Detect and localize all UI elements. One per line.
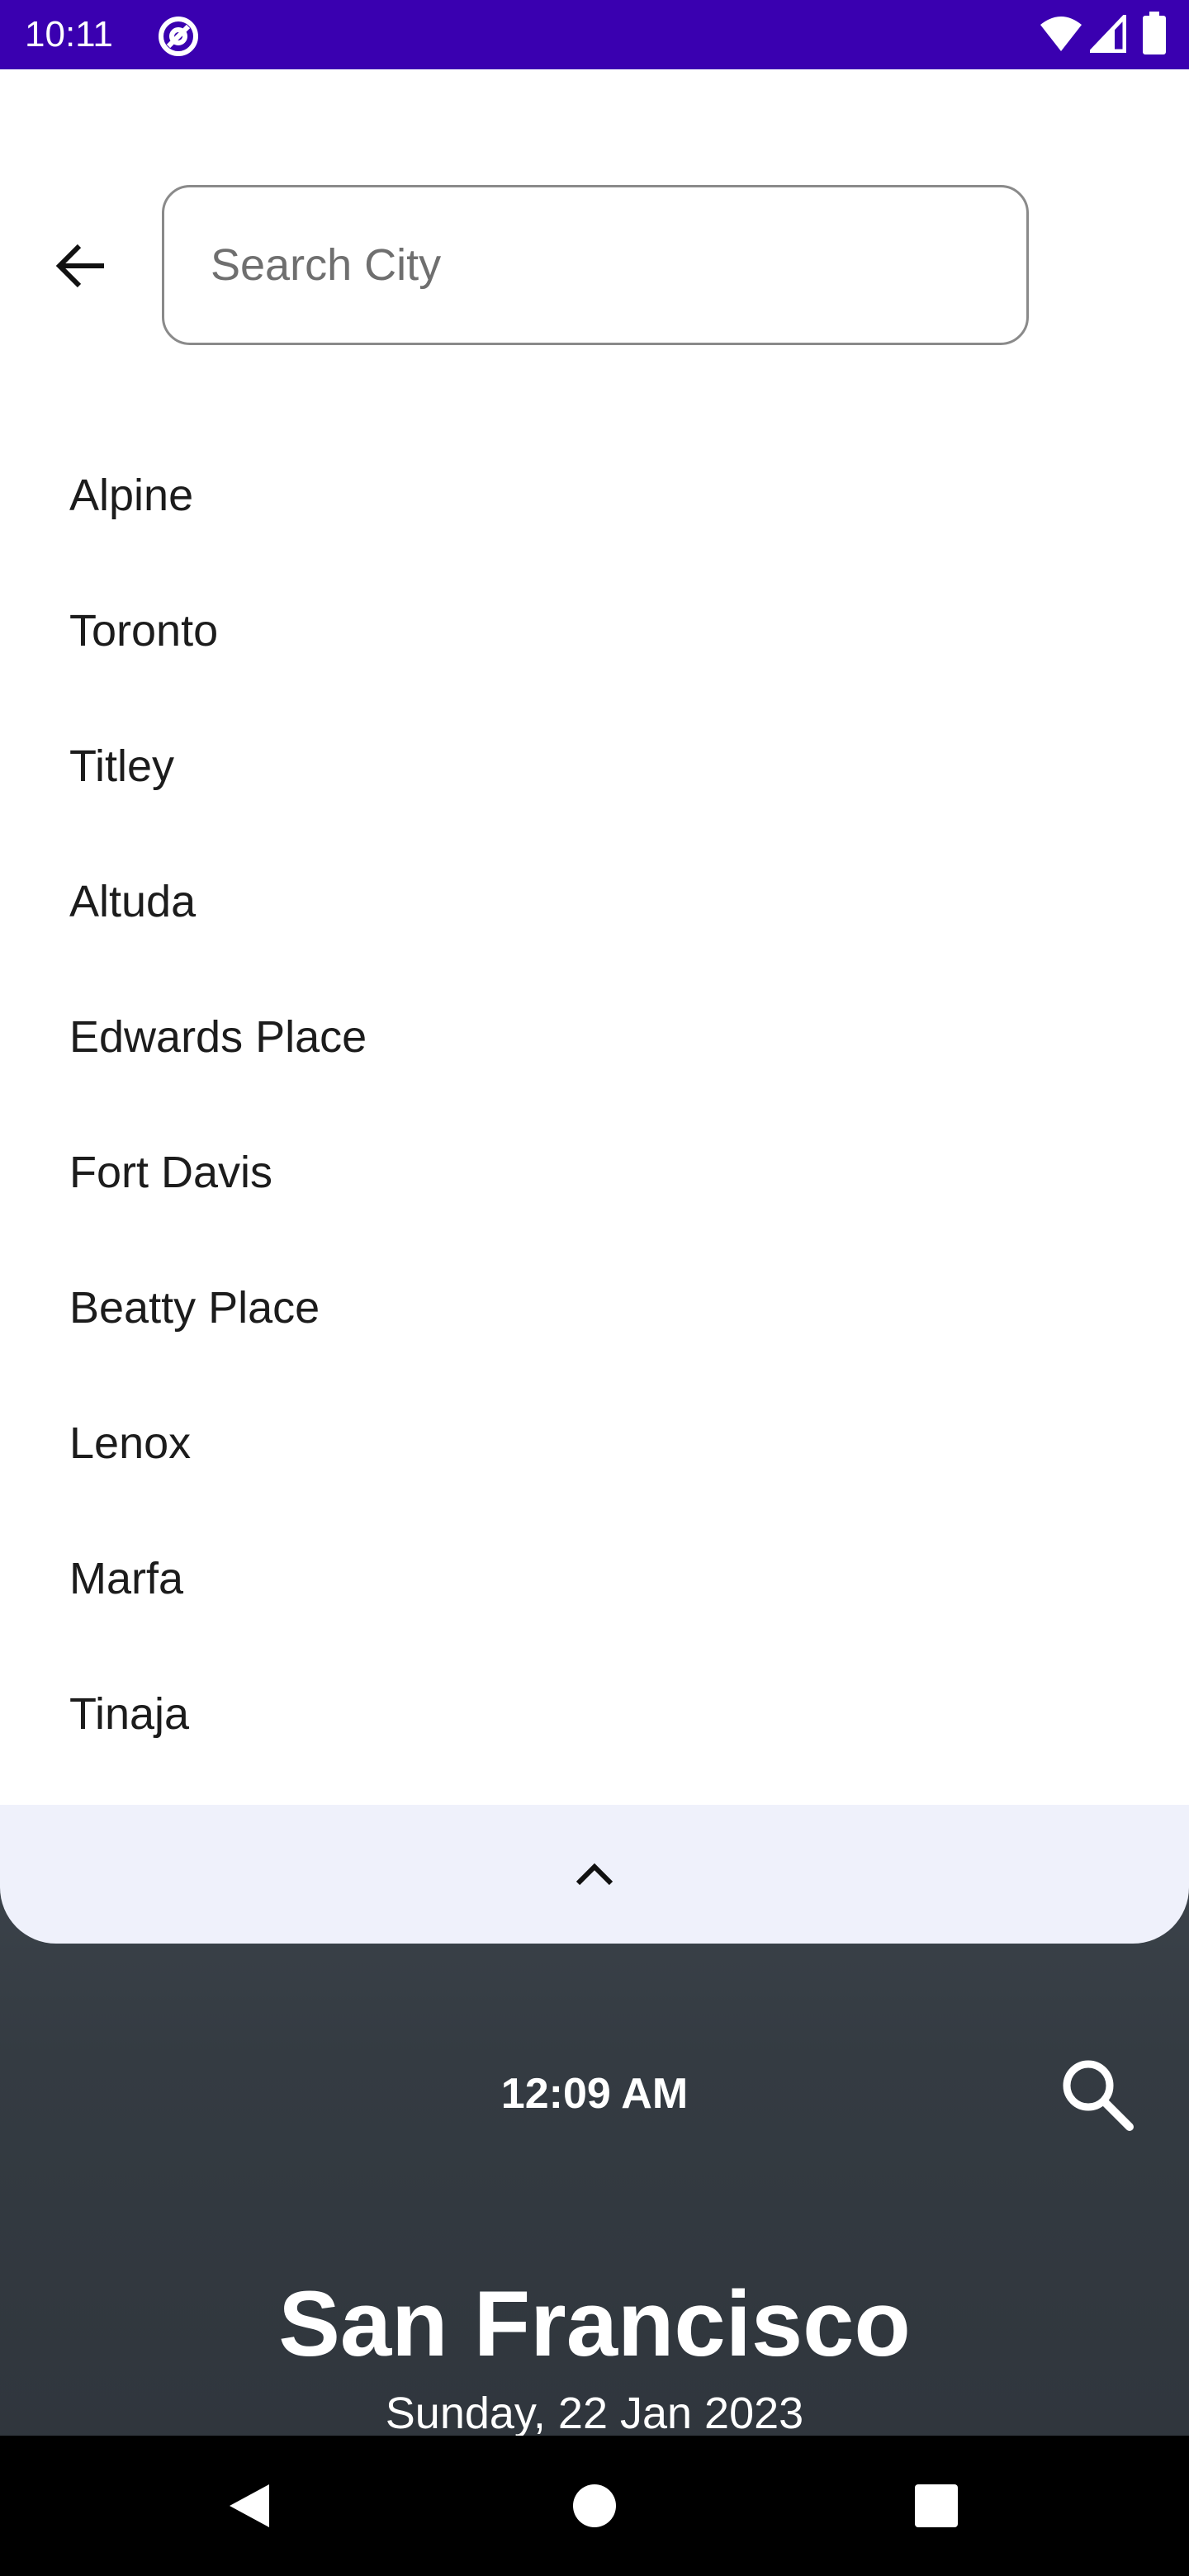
status-bar: 10:11 [0, 0, 1189, 69]
circle-home-icon [573, 2484, 616, 2527]
city-list: Alpine Toronto Titley Altuda Edwards Pla… [0, 428, 1189, 1782]
search-icon [1063, 2060, 1134, 2131]
square-recents-icon [915, 2484, 958, 2527]
wifi-icon [1039, 15, 1083, 57]
signal-icon [1087, 11, 1127, 57]
list-item[interactable]: Fort Davis [0, 1105, 1189, 1240]
back-button[interactable] [48, 233, 114, 299]
search-city-field[interactable] [162, 185, 1029, 345]
nav-recents-button[interactable] [887, 2436, 986, 2576]
nav-back-button[interactable] [200, 2436, 299, 2576]
list-item[interactable]: Edwards Place [0, 969, 1189, 1105]
navigation-bar [0, 2436, 1189, 2576]
list-item[interactable]: Tinaja [0, 1646, 1189, 1782]
chevron-up-icon [576, 1863, 613, 1886]
collapse-sheet-button[interactable] [0, 1805, 1189, 1944]
list-item[interactable]: Lenox [0, 1376, 1189, 1511]
weather-time: 12:09 AM [500, 2070, 689, 2118]
search-button[interactable] [1057, 2054, 1136, 2133]
battery-icon [1143, 12, 1166, 59]
status-time: 10:11 [25, 14, 113, 54]
triangle-back-icon [230, 2484, 269, 2527]
list-item[interactable]: Alpine [0, 428, 1189, 563]
city-title: San Francisco [278, 2272, 911, 2375]
list-item[interactable]: Marfa [0, 1511, 1189, 1646]
search-city-input[interactable] [209, 239, 955, 291]
date-text: Sunday, 22 Jan 2023 [385, 2389, 804, 2438]
list-item[interactable]: Beatty Place [0, 1240, 1189, 1376]
at-sign-icon [157, 15, 200, 62]
list-item[interactable]: Toronto [0, 563, 1189, 698]
arrow-left-icon [55, 244, 104, 288]
nav-home-button[interactable] [545, 2436, 644, 2576]
list-item[interactable]: Altuda [0, 834, 1189, 969]
list-item[interactable]: Titley [0, 698, 1189, 834]
